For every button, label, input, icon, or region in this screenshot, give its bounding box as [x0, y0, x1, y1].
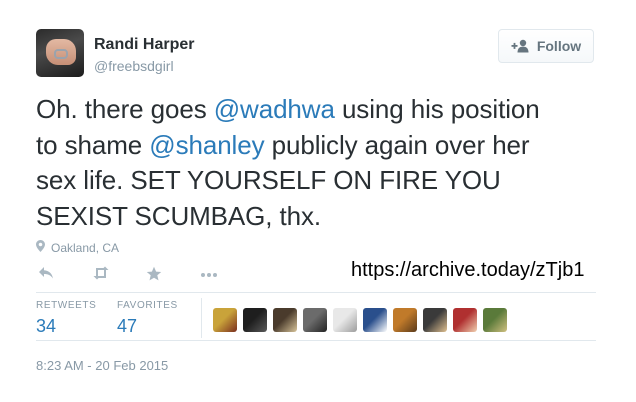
favorite-star-icon[interactable]: [146, 266, 162, 282]
reply-icon[interactable]: [38, 266, 54, 282]
mention-link[interactable]: @shanley: [149, 130, 264, 160]
avatar-ring-image: [54, 49, 68, 59]
tweet-text-segment: using his position: [334, 94, 540, 124]
mention-link[interactable]: @wadhwa: [214, 94, 335, 124]
favoriter-avatar-10[interactable]: [483, 308, 507, 332]
favorites-label: FAVORITES: [117, 300, 178, 311]
tweet-text-segment: publicly again over her: [264, 129, 530, 160]
stats-separator: [201, 298, 202, 338]
tweet-timestamp[interactable]: 8:23 AM - 20 Feb 2015: [36, 358, 168, 373]
tweet-text-segment: to shame: [36, 129, 150, 160]
follow-user-icon: [511, 39, 531, 53]
retweet-icon[interactable]: [92, 266, 109, 282]
stats-divider-top: [36, 292, 596, 293]
favoriter-avatar-9[interactable]: [453, 308, 477, 332]
location-label: Oakland, CA: [51, 240, 120, 255]
favoriter-avatar-8[interactable]: [423, 308, 447, 332]
author-name[interactable]: Randi Harper: [94, 36, 194, 54]
retweets-count: 34: [36, 316, 57, 336]
retweets-label: RETWEETS: [36, 300, 97, 311]
favoriter-avatars: [213, 308, 507, 332]
favoriter-avatar-5[interactable]: [333, 308, 357, 332]
follow-button[interactable]: Follow: [498, 29, 594, 63]
tweet-text-segment: SEXIST SCUMBAG, thx.: [36, 200, 322, 231]
favoriter-avatar-7[interactable]: [393, 308, 417, 332]
stats-divider-bottom: [36, 340, 596, 341]
tweet-text-line: Oh. there goes @wadhwa using his positio…: [36, 92, 606, 128]
retweets-stat[interactable]: RETWEETS 34: [36, 300, 96, 337]
favoriter-avatar-4[interactable]: [303, 308, 327, 332]
tweet-actions: [38, 266, 254, 282]
favoriter-avatar-6[interactable]: [363, 308, 387, 332]
tweet-location[interactable]: Oakland, CA: [36, 240, 119, 255]
favorites-count: 47: [117, 316, 138, 336]
tweet-text-segment: sex life. SET YOURSELF ON FIRE YOU: [36, 165, 501, 195]
tweet-text-line: SEXIST SCUMBAG, thx.: [36, 199, 606, 235]
tweet-text-line: to shame @shanley publicly again over he…: [36, 128, 606, 164]
location-pin-icon: [36, 240, 45, 255]
tweet-text-line: sex life. SET YOURSELF ON FIRE YOU: [36, 163, 606, 199]
archive-link-overlay: https://archive.today/zTjb1: [351, 259, 585, 281]
favorites-stat[interactable]: FAVORITES 47: [117, 300, 178, 337]
author-avatar[interactable]: [36, 29, 84, 77]
author-handle[interactable]: @freebsdgirl: [94, 58, 174, 74]
follow-button-label: Follow: [536, 38, 582, 54]
more-options-icon[interactable]: [200, 266, 217, 282]
tweet-text-segment: Oh. there goes: [36, 94, 214, 124]
tweet-card: Randi Harper @freebsdgirl Follow Oh. the…: [0, 0, 636, 402]
favoriter-avatar-3[interactable]: [273, 308, 297, 332]
favoriter-avatar-1[interactable]: [213, 308, 237, 332]
favoriter-avatar-2[interactable]: [243, 308, 267, 332]
tweet-text: Oh. there goes @wadhwa using his positio…: [36, 92, 606, 234]
